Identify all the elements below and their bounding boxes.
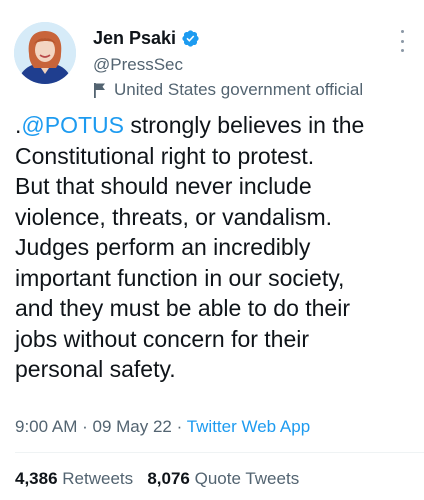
affiliation-label-text: United States government official bbox=[114, 80, 364, 99]
quote-tweets-count: 8,076 bbox=[147, 469, 190, 488]
meta-separator: · bbox=[171, 417, 187, 436]
retweets-label: Retweets bbox=[62, 469, 134, 488]
government-flag-icon bbox=[93, 82, 106, 98]
tweet-text: .@POTUS strongly believes in the Constit… bbox=[15, 110, 415, 385]
tweet-date[interactable]: 09 May 22 bbox=[92, 417, 171, 436]
author-handle[interactable]: @PressSec bbox=[93, 55, 183, 75]
display-name[interactable]: Jen Psaki bbox=[93, 28, 176, 49]
tweet-time[interactable]: 9:00 AM bbox=[15, 417, 77, 436]
retweets-count: 4,386 bbox=[15, 469, 58, 488]
mention-link[interactable]: @POTUS bbox=[21, 112, 124, 138]
verified-badge-icon bbox=[181, 29, 200, 48]
quote-tweets-label: Quote Tweets bbox=[194, 469, 300, 488]
meta-separator: · bbox=[77, 417, 93, 436]
tweet-stats: 4,386 Retweets 8,076 Quote Tweets bbox=[15, 469, 299, 489]
retweets-stat[interactable]: 4,386 Retweets bbox=[15, 469, 133, 488]
tweet-meta: 9:00 AM · 09 May 22 · Twitter Web App bbox=[15, 417, 310, 437]
tweet-source[interactable]: Twitter Web App bbox=[187, 417, 310, 436]
author-name-row[interactable]: Jen Psaki bbox=[93, 28, 200, 49]
tweet-header: Jen Psaki @PressSec United States govern… bbox=[0, 0, 424, 100]
affiliation-label: United States government official bbox=[93, 80, 363, 100]
quote-tweets-stat[interactable]: 8,076 Quote Tweets bbox=[147, 469, 299, 488]
divider bbox=[15, 452, 424, 453]
more-options-icon[interactable] bbox=[398, 30, 406, 52]
tweet-body: strongly believes in the Constitutional … bbox=[15, 112, 365, 382]
avatar[interactable] bbox=[14, 22, 76, 84]
